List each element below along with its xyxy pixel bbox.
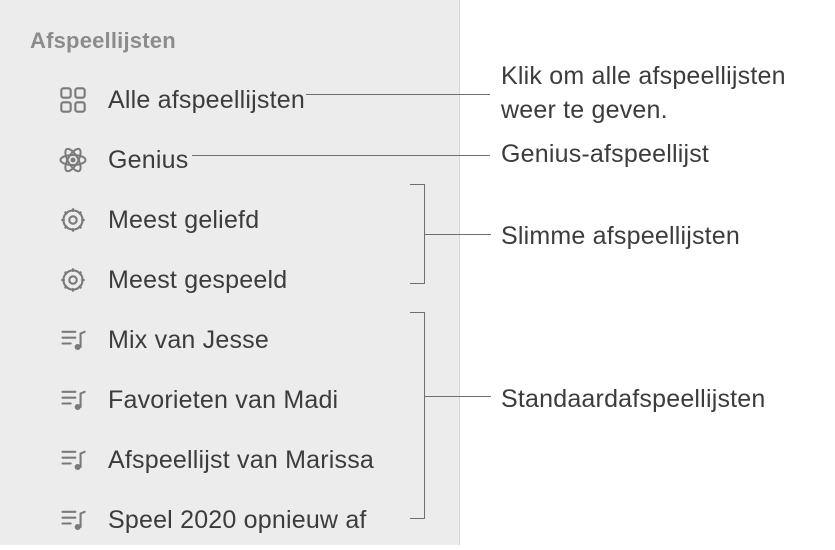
sidebar-item-label: Alle afspeellijsten [108,86,305,115]
sidebar-item-jesse-mix[interactable]: Mix van Jesse [0,310,459,370]
gear-icon [56,203,90,237]
sidebar-item-madi-favorites[interactable]: Favorieten van Madi [0,370,459,430]
leader-line [192,155,490,156]
sidebar-item-label: Genius [108,146,188,175]
playlist-icon [56,383,90,417]
playlist-icon [56,503,90,537]
atom-icon [56,143,90,177]
leader-line [424,234,491,235]
sidebar-item-marissa-playlist[interactable]: Afspeellijst van Marissa [0,430,459,490]
sidebar-item-most-loved[interactable]: Meest geliefd [0,190,459,250]
sidebar-item-genius[interactable]: Genius [0,130,459,190]
section-header-playlists: Afspeellijsten [0,28,459,54]
callout-genius: Genius-afspeellijst [501,138,709,172]
sidebar-item-label: Meest geliefd [108,206,259,235]
leader-line [424,396,491,397]
callout-standard-playlists: Standaardafspeellijsten [501,383,766,417]
leader-line [306,94,490,95]
gear-icon [56,263,90,297]
playlist-icon [56,323,90,357]
sidebar-item-all-playlists[interactable]: Alle afspeellijsten [0,70,459,130]
sidebar-item-label: Favorieten van Madi [108,386,338,415]
callout-all-playlists: Klik om alle afspeellijsten weer te geve… [501,60,835,128]
sidebar-item-most-played[interactable]: Meest gespeeld [0,250,459,310]
playlists-sidebar: Afspeellijsten Alle afspeellijsten Geniu… [0,0,460,545]
playlist-icon [56,443,90,477]
sidebar-item-label: Mix van Jesse [108,326,269,355]
sidebar-item-label: Meest gespeeld [108,266,287,295]
sidebar-item-label: Speel 2020 opnieuw af [108,506,367,535]
sidebar-item-label: Afspeellijst van Marissa [108,446,374,475]
bracket [424,312,425,519]
sidebar-item-replay-2020[interactable]: Speel 2020 opnieuw af [0,490,459,550]
grid-icon [56,83,90,117]
callout-smart-playlists: Slimme afspeellijsten [501,220,740,254]
